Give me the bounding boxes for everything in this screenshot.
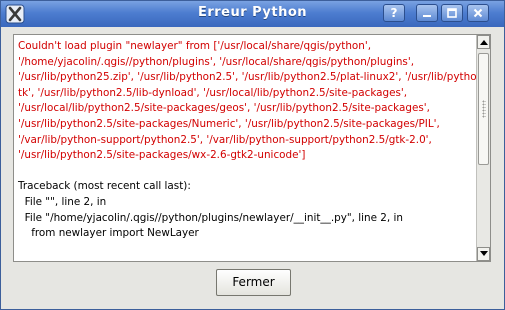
arrow-up-icon: [479, 40, 488, 45]
error-line: '/usr/lib/python2.5/site-packages/wx-2.6…: [18, 149, 306, 162]
window-close-button[interactable]: [467, 4, 489, 22]
error-line: '/usr/local/lib/python2.5/site-packages/…: [18, 102, 430, 115]
error-line: '/home/yjacolin/.qgis//python/plugins', …: [18, 55, 414, 68]
maximize-button[interactable]: [441, 4, 463, 22]
traceback-line: Traceback (most recent call last):: [18, 180, 191, 193]
vertical-scrollbar[interactable]: [476, 35, 490, 261]
close-button[interactable]: Fermer: [216, 269, 291, 296]
error-text-box[interactable]: Couldn't load plugin "newlayer" from ['/…: [13, 34, 491, 262]
arrow-down-icon: [479, 251, 488, 256]
title-bar[interactable]: Erreur Python ?: [1, 1, 504, 27]
error-line: '/var/lib/python-support/python2.5', '/v…: [18, 133, 432, 146]
help-button[interactable]: ?: [383, 4, 405, 22]
error-line: Couldn't load plugin "newlayer" from ['/…: [18, 40, 372, 52]
traceback-line: File "", line 2, in: [18, 195, 107, 208]
help-icon: ?: [390, 6, 398, 20]
minimize-icon: [423, 15, 431, 17]
error-dialog: Erreur Python ? Couldn't load plugin "ne…: [0, 0, 505, 310]
grip-icon: [482, 100, 486, 118]
error-line: '/usr/lib/python25.zip', '/usr/lib/pytho…: [18, 71, 476, 84]
error-line: '/usr/lib/python2.5/site-packages/Numeri…: [18, 117, 440, 130]
close-icon: [473, 8, 483, 18]
traceback-line: File "/home/yjacolin/.qgis//python/plugi…: [18, 211, 403, 224]
scroll-down-button[interactable]: [477, 247, 490, 261]
error-line: tk', '/usr/lib/python2.5/lib-dynload', '…: [18, 86, 408, 99]
traceback-line: from newlayer import NewLayer: [18, 227, 199, 240]
scroll-thumb[interactable]: [478, 53, 489, 165]
maximize-icon: [447, 8, 457, 18]
error-text-area[interactable]: Couldn't load plugin "newlayer" from ['/…: [14, 35, 476, 261]
minimize-button[interactable]: [416, 4, 438, 22]
scroll-up-button[interactable]: [477, 35, 490, 49]
